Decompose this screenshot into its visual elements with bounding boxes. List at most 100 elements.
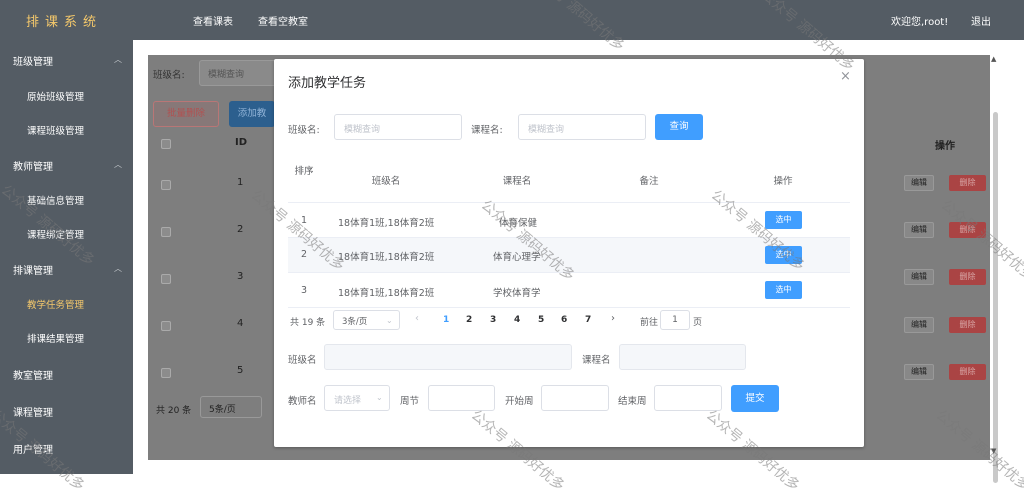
bg-edit-button[interactable]: 编辑	[904, 175, 934, 191]
bg-delete-button[interactable]: 删除	[949, 175, 986, 191]
select-button[interactable]: 选中	[765, 281, 802, 299]
page-suffix: 页	[693, 318, 703, 328]
menu-teaching-task[interactable]: 教学任务管理	[27, 297, 84, 311]
bg-edit-button[interactable]: 编辑	[904, 269, 934, 285]
bg-delete-button[interactable]: 删除	[949, 364, 986, 380]
menu-class-management[interactable]: 班级管理	[13, 53, 53, 68]
close-icon[interactable]: ×	[840, 69, 851, 84]
teacher-select-placeholder: 请选择	[334, 396, 362, 406]
form-start-label: 开始周	[505, 396, 534, 407]
bg-row-checkbox[interactable]	[161, 368, 171, 378]
dialog-title: 添加教学任务	[288, 76, 367, 91]
bg-edit-button[interactable]: 编辑	[904, 317, 934, 333]
chevron-up-icon: ︿	[114, 264, 122, 273]
welcome-text: 欢迎您,root!	[891, 17, 949, 28]
bg-row-id: 2	[237, 224, 244, 235]
row-course: 学校体育学	[493, 288, 541, 299]
row-class: 18体育1班,18体育2班	[338, 218, 435, 229]
end-week-input[interactable]	[654, 385, 722, 411]
scroll-down-icon[interactable]: ▼	[991, 447, 996, 455]
bg-edit-button[interactable]: 编辑	[904, 222, 934, 238]
form-class-label: 班级名	[288, 355, 317, 366]
bg-row-checkbox[interactable]	[161, 321, 171, 331]
search-course-input[interactable]: 模糊查询	[518, 114, 646, 140]
bg-row-checkbox[interactable]	[161, 180, 171, 190]
chevron-up-icon: ︿	[114, 55, 122, 64]
next-page-icon[interactable]: ›	[611, 313, 615, 324]
row-index: 3	[301, 285, 308, 296]
nav-view-empty-rooms[interactable]: 查看空教室	[258, 13, 308, 28]
row-course: 体育保健	[499, 218, 538, 229]
menu-teacher-management[interactable]: 教师管理	[13, 158, 53, 173]
teacher-select[interactable]: 请选择 ⌄	[324, 385, 390, 411]
page-size-select[interactable]: 3条/页 ⌄	[333, 310, 400, 330]
menu-schedule-result[interactable]: 排课结果管理	[27, 331, 84, 345]
row-class: 18体育1班,18体育2班	[338, 252, 435, 263]
bg-page-size-select[interactable]: 5条/页	[200, 396, 262, 418]
query-button[interactable]: 查询	[655, 114, 703, 140]
row-divider	[288, 272, 850, 273]
form-course-input	[619, 344, 746, 370]
menu-original-class[interactable]: 原始班级管理	[27, 89, 84, 103]
row-course: 体育心理学	[493, 252, 541, 263]
select-button[interactable]: 选中	[765, 246, 802, 264]
start-week-input[interactable]	[541, 385, 609, 411]
header-divider	[288, 202, 850, 203]
top-bar: 排课系统 查看课表 查看空教室 欢迎您,root! 退出	[0, 0, 1024, 40]
bg-row-id: 3	[237, 271, 244, 282]
bg-delete-button[interactable]: 删除	[949, 222, 986, 238]
col-note: 备注	[639, 176, 659, 187]
scroll-up-icon[interactable]: ▲	[991, 55, 996, 63]
search-class-input[interactable]: 模糊查询	[334, 114, 462, 140]
page-3[interactable]: 3	[490, 315, 496, 325]
page-scrollbar[interactable]: ▲ ▼	[990, 55, 1000, 483]
search-class-label: 班级名:	[288, 125, 320, 136]
row-divider	[288, 307, 850, 308]
bg-total: 共 20 条	[156, 406, 192, 416]
menu-scheduling-management[interactable]: 排课管理	[13, 262, 53, 277]
submit-button[interactable]: 提交	[731, 385, 779, 412]
page-7[interactable]: 7	[585, 315, 591, 325]
form-class-input	[324, 344, 572, 370]
goto-page-input[interactable]: 1	[660, 310, 690, 330]
app-brand: 排课系统	[26, 15, 103, 30]
page-2[interactable]: 2	[466, 315, 472, 325]
select-button[interactable]: 选中	[765, 211, 802, 229]
nav-view-schedule[interactable]: 查看课表	[193, 13, 233, 28]
menu-course-binding[interactable]: 课程绑定管理	[27, 227, 84, 241]
chevron-up-icon: ︿	[114, 160, 122, 169]
scroll-thumb[interactable]	[993, 112, 998, 483]
row-index: 2	[301, 249, 308, 260]
weekly-input[interactable]	[428, 385, 495, 411]
bg-row-checkbox[interactable]	[161, 227, 171, 237]
menu-user-management[interactable]: 用户管理	[13, 441, 53, 456]
bg-add-button[interactable]: 添加教	[229, 101, 275, 127]
menu-course-class[interactable]: 课程班级管理	[27, 123, 84, 137]
row-index: 1	[301, 215, 308, 226]
logout-link[interactable]: 退出	[971, 13, 991, 28]
form-weekly-label: 周节	[400, 396, 420, 407]
bg-col-id: ID	[235, 137, 248, 148]
bg-edit-button[interactable]: 编辑	[904, 364, 934, 380]
bg-batch-delete-button[interactable]: 批量删除	[153, 101, 219, 127]
bg-row-id: 5	[237, 365, 244, 376]
page-1[interactable]: 1	[443, 315, 449, 325]
page-4[interactable]: 4	[514, 315, 520, 325]
bg-delete-button[interactable]: 删除	[949, 269, 986, 285]
menu-basic-info[interactable]: 基础信息管理	[27, 193, 84, 207]
bg-class-search-input[interactable]: 模糊查询	[199, 60, 279, 86]
form-end-label: 结束周	[618, 396, 647, 407]
bg-select-all-checkbox[interactable]	[161, 139, 171, 149]
bg-row-checkbox[interactable]	[161, 274, 171, 284]
prev-page-icon[interactable]: ‹	[415, 313, 419, 324]
bg-row-id: 1	[237, 177, 244, 188]
col-course: 课程名	[502, 176, 532, 187]
bg-delete-button[interactable]: 删除	[949, 317, 986, 333]
menu-classroom-management[interactable]: 教室管理	[13, 367, 53, 382]
add-teaching-task-dialog: 添加教学任务 × 班级名: 模糊查询 课程名: 模糊查询 查询 排序 班级名 课…	[274, 59, 864, 447]
menu-course-management[interactable]: 课程管理	[13, 404, 53, 419]
bg-row-id: 4	[237, 318, 244, 329]
page-5[interactable]: 5	[538, 315, 544, 325]
row-class: 18体育1班,18体育2班	[338, 288, 435, 299]
page-6[interactable]: 6	[561, 315, 567, 325]
